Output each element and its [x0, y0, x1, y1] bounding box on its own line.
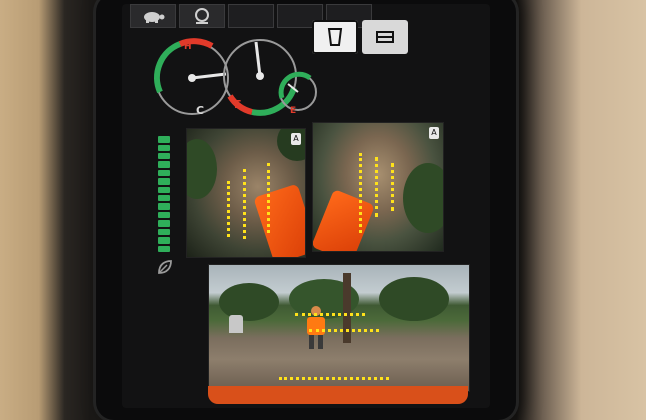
tree-trunk — [343, 273, 351, 343]
front-left-camera[interactable]: A — [186, 128, 306, 258]
bucket-view — [313, 189, 376, 251]
speed-mode-icon — [195, 8, 209, 24]
mode-selector — [312, 20, 408, 54]
level-segment — [158, 186, 170, 194]
rear-camera-frame — [208, 386, 468, 404]
level-segment — [158, 178, 170, 185]
bucket-mode-button[interactable] — [312, 20, 358, 54]
empty-slot — [228, 4, 274, 28]
turtle-icon — [144, 12, 165, 23]
bucket-view — [253, 183, 305, 257]
temp-gauge-label: C — [196, 104, 205, 117]
temperature-gauge — [153, 38, 229, 115]
level-segment — [158, 228, 170, 236]
level-segment — [158, 245, 170, 252]
rear-camera[interactable] — [208, 264, 470, 392]
level-segment — [158, 237, 170, 244]
camera-badge: A — [429, 127, 439, 139]
level-segment — [158, 161, 170, 168]
bucket-mode-icon — [327, 28, 343, 46]
speed-mode-button[interactable] — [179, 4, 225, 28]
gauge-cluster: C H E E — [150, 32, 320, 124]
dozer-mode-icon — [376, 31, 394, 43]
level-segment — [158, 211, 170, 219]
level-segment — [158, 220, 170, 227]
level-segment — [158, 195, 170, 202]
load-level-bar — [158, 136, 170, 252]
turtle-mode-button[interactable] — [130, 4, 176, 28]
mailbox — [229, 315, 243, 333]
eco-leaf-icon — [158, 260, 172, 274]
dozer-mode-button[interactable] — [362, 20, 408, 54]
front-right-camera[interactable]: A — [312, 122, 444, 252]
temp-gauge-hot-label: H — [184, 42, 192, 52]
level-segment — [158, 169, 170, 177]
def-gauge-label: E — [290, 106, 297, 116]
level-segment — [158, 144, 170, 151]
level-segment — [158, 136, 170, 143]
fuel-gauge-label: E — [234, 98, 242, 111]
def-gauge — [278, 71, 317, 111]
level-segment — [158, 152, 170, 160]
level-segment — [158, 203, 170, 210]
display-screen: C H E E A A — [122, 4, 490, 408]
worker-figure — [307, 306, 325, 349]
camera-badge: A — [291, 133, 301, 145]
